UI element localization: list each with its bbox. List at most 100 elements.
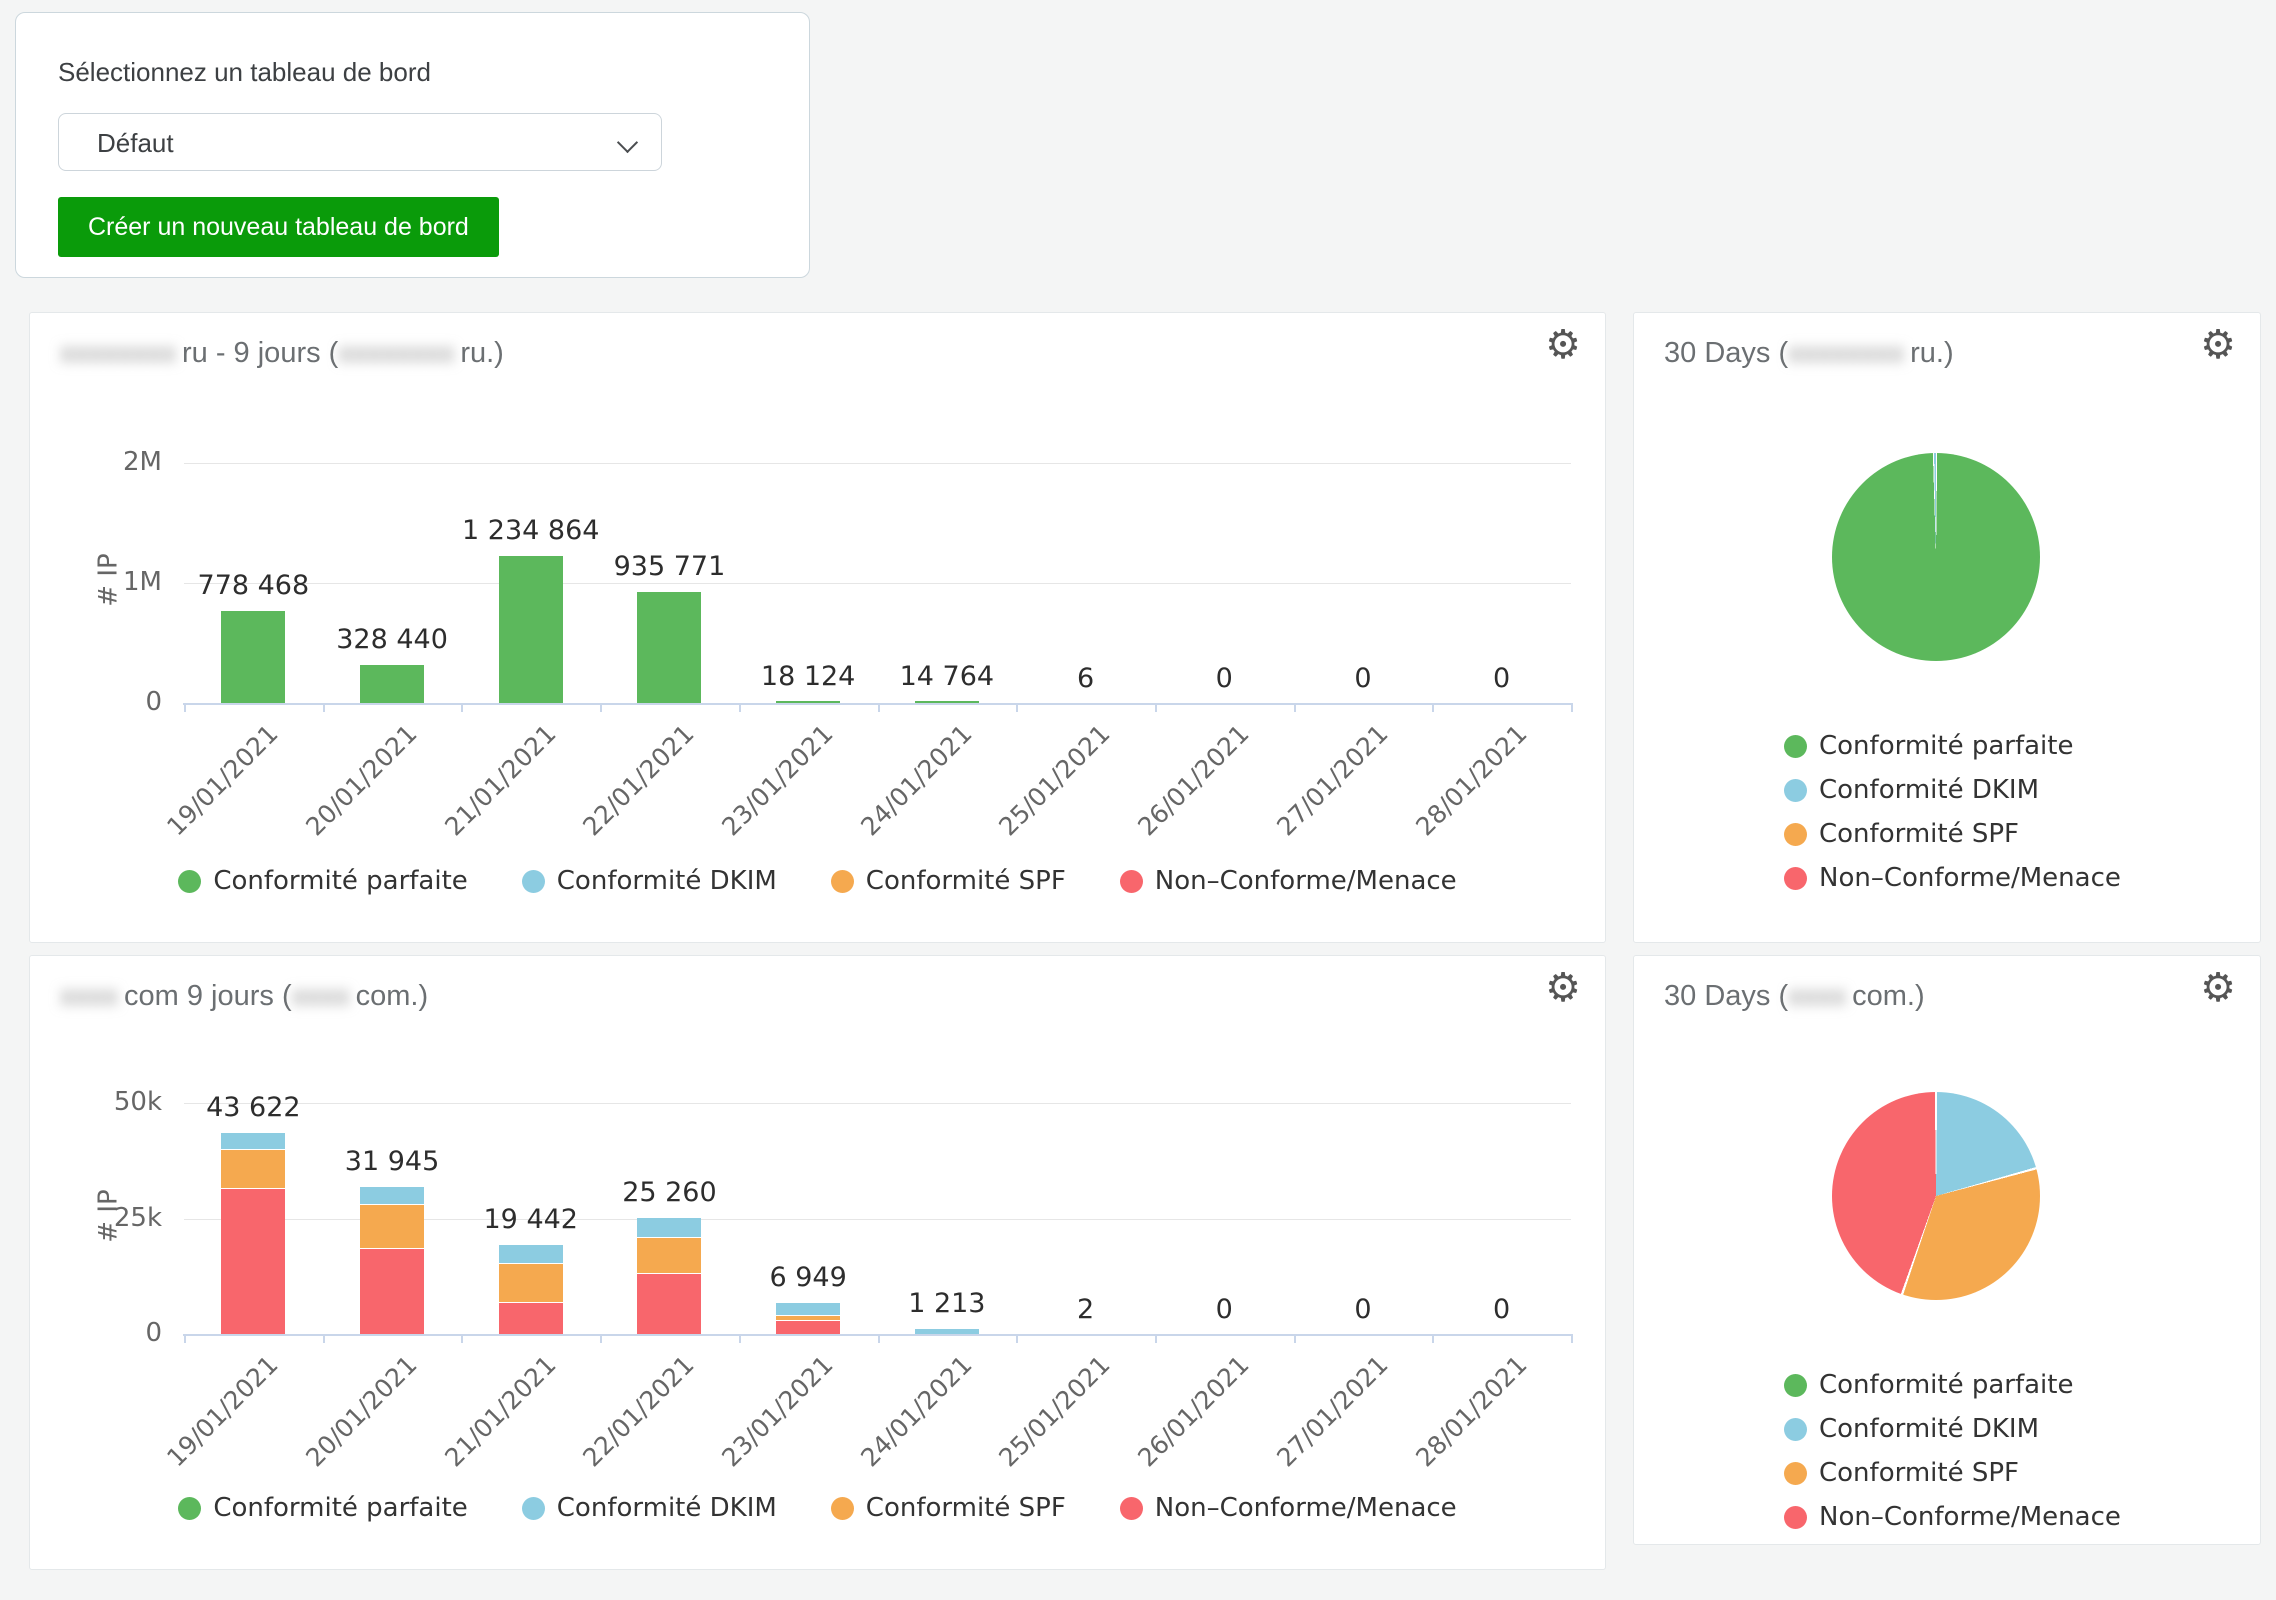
legend-item-dkim[interactable]: Conformité DKIM xyxy=(1784,775,2121,805)
bar-segment-dkim xyxy=(499,1244,563,1263)
settings-gear-icon[interactable]: ⚙ xyxy=(2200,968,2236,1008)
panel-pie-com: 30 Days (xxxxcom.) ⚙ Conformité parfaite… xyxy=(1633,955,2261,1545)
legend-marker-spf xyxy=(1784,823,1807,846)
legend-label: Conformité SPF xyxy=(866,1493,1066,1523)
x-axis-tick xyxy=(739,703,741,712)
bar-segment-menace xyxy=(221,1188,285,1334)
legend-item-menace[interactable]: Non–Conforme/Menace xyxy=(1784,863,2121,893)
legend-item-spf[interactable]: Conformité SPF xyxy=(831,866,1066,896)
legend-marker-menace xyxy=(1784,1506,1807,1529)
bar-chart-ru: # IP2M1M0778 46819/01/2021328 44020/01/2… xyxy=(30,313,1605,942)
legend-item-menace[interactable]: Non–Conforme/Menace xyxy=(1120,866,1457,896)
legend-item-menace[interactable]: Non–Conforme/Menace xyxy=(1784,1502,2121,1532)
legend-marker-spf xyxy=(1784,1462,1807,1485)
x-axis-label: 24/01/2021 xyxy=(855,1350,977,1472)
bar-segment-perfect xyxy=(915,701,979,703)
legend-marker-perfect xyxy=(1784,735,1807,758)
chart-legend: Conformité parfaite Conformité DKIM Confor… xyxy=(30,1493,1605,1523)
legend-marker-perfect xyxy=(1784,1374,1807,1397)
bar-segment-dkim xyxy=(637,1217,701,1237)
panel-bar-com: xxxxcom 9 jours (xxxxcom.) ⚙ # IP50k25k0… xyxy=(29,955,1606,1570)
x-axis-tick xyxy=(1155,1334,1157,1343)
bar-segment-spf xyxy=(499,1263,563,1302)
chevron-down-icon xyxy=(617,132,638,153)
x-axis-label: 21/01/2021 xyxy=(439,1350,561,1472)
x-axis-tick xyxy=(1294,1334,1296,1343)
y-tick-label: 2M xyxy=(32,447,162,477)
x-axis-label: 20/01/2021 xyxy=(300,1350,422,1472)
legend-item-menace[interactable]: Non–Conforme/Menace xyxy=(1120,1493,1457,1523)
bar-value-label: 1 234 864 xyxy=(411,515,651,546)
create-dashboard-button[interactable]: Créer un nouveau tableau de bord xyxy=(58,197,499,257)
x-axis-tick xyxy=(184,1334,186,1343)
legend-item-dkim[interactable]: Conformité DKIM xyxy=(1784,1414,2121,1444)
legend-item-spf[interactable]: Conformité SPF xyxy=(831,1493,1066,1523)
dashboard-selector-label: Sélectionnez un tableau de bord xyxy=(58,57,431,88)
bar-value-label: 31 945 xyxy=(272,1146,512,1177)
x-axis-label: 23/01/2021 xyxy=(716,719,838,841)
dashboard-selector-card: Sélectionnez un tableau de bord Défaut C… xyxy=(15,12,810,278)
dashboard-select-value: Défaut xyxy=(97,128,174,158)
legend-item-dkim[interactable]: Conformité DKIM xyxy=(522,866,777,896)
bar-segment-menace xyxy=(499,1302,563,1334)
legend-item-perfect[interactable]: Conformité parfaite xyxy=(1784,1370,2121,1400)
x-axis-label: 28/01/2021 xyxy=(1410,1350,1532,1472)
x-axis-label: 24/01/2021 xyxy=(855,719,977,841)
dashboard-select[interactable]: Défaut xyxy=(58,113,662,171)
legend-marker-menace xyxy=(1120,870,1143,893)
legend-item-perfect[interactable]: Conformité parfaite xyxy=(1784,731,2121,761)
panel-bar-ru: xxxxxxxxru - 9 jours (xxxxxxxxru.) ⚙ # I… xyxy=(29,312,1606,943)
chart-legend: Conformité parfaite Conformité DKIM Confor… xyxy=(30,866,1605,896)
bar-segment-dkim xyxy=(360,1186,424,1203)
legend-label: Conformité DKIM xyxy=(557,866,777,896)
legend-item-dkim[interactable]: Conformité DKIM xyxy=(522,1493,777,1523)
x-axis-label: 26/01/2021 xyxy=(1132,1350,1254,1472)
legend-marker-menace xyxy=(1120,1497,1143,1520)
x-axis-label: 20/01/2021 xyxy=(300,719,422,841)
title-text: 30 Days ( xyxy=(1664,337,1788,369)
bar-segment-perfect xyxy=(776,701,840,703)
legend-label: Conformité SPF xyxy=(1819,819,2019,849)
bar-value-label: 935 771 xyxy=(549,551,789,582)
legend-label: Conformité parfaite xyxy=(1819,1370,2073,1400)
x-axis-label: 19/01/2021 xyxy=(161,719,283,841)
legend-marker-dkim xyxy=(522,1497,545,1520)
x-axis-tick xyxy=(323,1334,325,1343)
legend-label: Conformité DKIM xyxy=(1819,1414,2039,1444)
bar-segment-menace xyxy=(776,1320,840,1334)
legend-marker-spf xyxy=(831,870,854,893)
legend-marker-dkim xyxy=(1784,779,1807,802)
legend-marker-dkim xyxy=(522,870,545,893)
legend-label: Non–Conforme/Menace xyxy=(1819,863,2121,893)
x-axis-tick xyxy=(184,703,186,712)
legend-label: Non–Conforme/Menace xyxy=(1155,1493,1457,1523)
legend-label: Conformité parfaite xyxy=(213,866,467,896)
x-axis-label: 27/01/2021 xyxy=(1271,719,1393,841)
x-axis-label: 21/01/2021 xyxy=(439,719,561,841)
title-text: 30 Days ( xyxy=(1664,980,1788,1012)
legend-item-perfect[interactable]: Conformité parfaite xyxy=(178,866,467,896)
gridline xyxy=(184,583,1571,584)
gridline xyxy=(184,1103,1571,1104)
settings-gear-icon[interactable]: ⚙ xyxy=(2200,325,2236,365)
legend-item-perfect[interactable]: Conformité parfaite xyxy=(178,1493,467,1523)
x-axis-tick xyxy=(1432,1334,1434,1343)
legend-marker-perfect xyxy=(178,870,201,893)
x-axis-label: 19/01/2021 xyxy=(161,1350,283,1472)
legend-marker-menace xyxy=(1784,867,1807,890)
redacted-domain: xxxxxxxx xyxy=(1788,337,1904,369)
x-axis-tick xyxy=(600,1334,602,1343)
bar-value-label: 328 440 xyxy=(272,624,512,655)
chart-legend: Conformité parfaite Conformité DKIM Confor… xyxy=(1784,731,2121,907)
legend-item-spf[interactable]: Conformité SPF xyxy=(1784,819,2121,849)
x-axis-label: 25/01/2021 xyxy=(994,719,1116,841)
panel-title: 30 Days (xxxxxxxxru.) xyxy=(1664,337,1954,370)
x-axis-label: 23/01/2021 xyxy=(716,1350,838,1472)
x-axis-tick xyxy=(1155,703,1157,712)
legend-label: Non–Conforme/Menace xyxy=(1155,866,1457,896)
chart-legend: Conformité parfaite Conformité DKIM Confor… xyxy=(1784,1370,2121,1546)
legend-item-spf[interactable]: Conformité SPF xyxy=(1784,1458,2121,1488)
title-text: ru.) xyxy=(1910,337,1954,369)
x-axis-tick xyxy=(878,1334,880,1343)
x-axis-tick xyxy=(461,1334,463,1343)
